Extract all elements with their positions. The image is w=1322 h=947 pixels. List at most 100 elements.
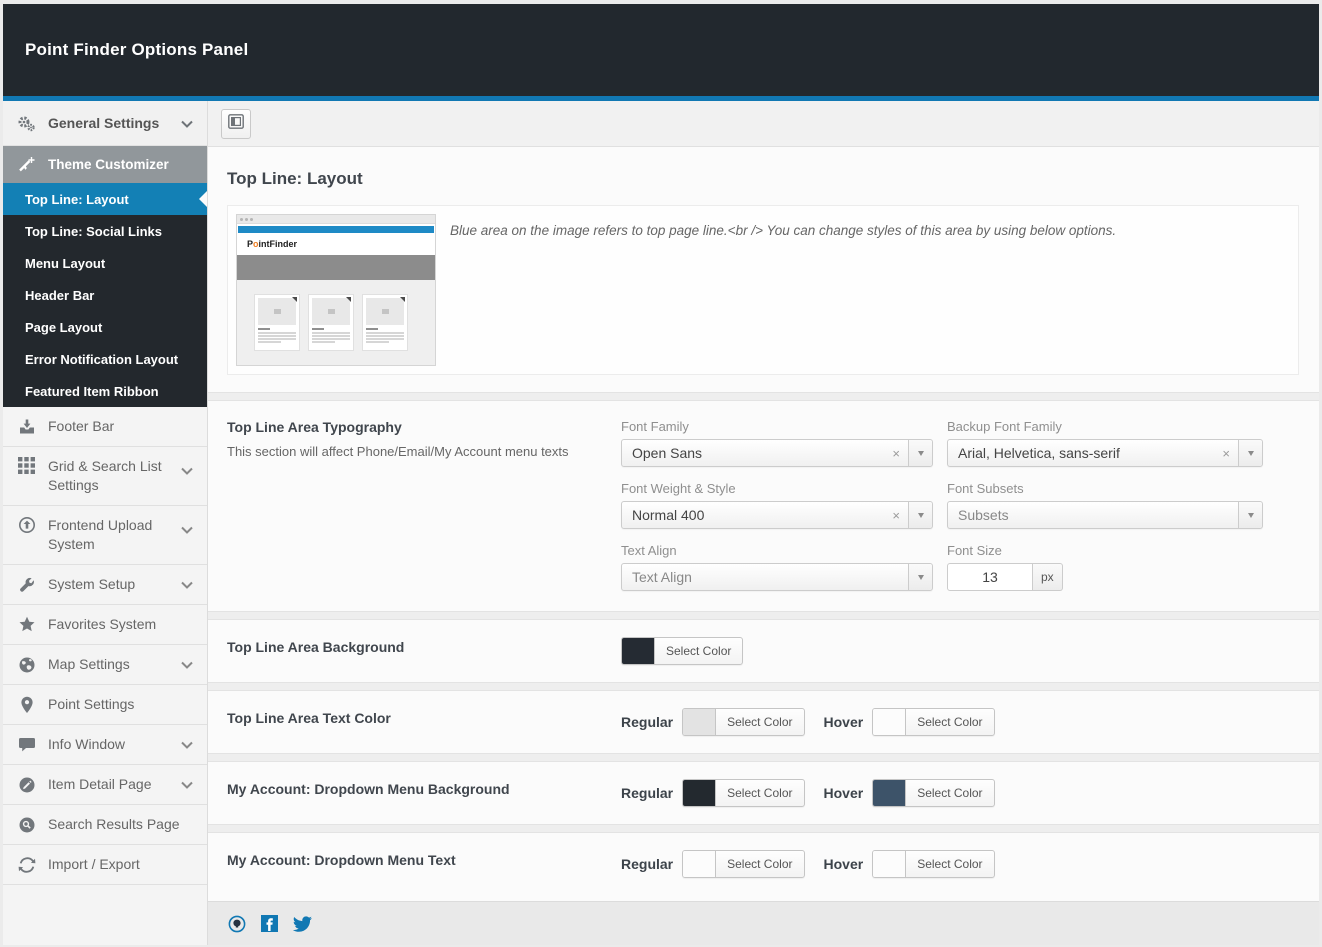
dropdown-arrow-icon[interactable] <box>1238 502 1262 528</box>
color-swatch[interactable] <box>873 780 907 806</box>
section-divider <box>208 753 1319 762</box>
dropdown-arrow-icon[interactable] <box>908 564 932 590</box>
sidebar-item-frontend-upload-system[interactable]: Frontend Upload System <box>3 506 207 565</box>
setting-title: Top Line Area Text Color <box>227 709 391 726</box>
backup-font-family-select[interactable]: Arial, Helvetica, sans-serif × <box>947 439 1263 467</box>
field-font-size: Font Size px <box>947 543 1263 591</box>
field-label: Font Family <box>621 419 689 434</box>
sync-icon <box>17 856 36 874</box>
color-swatch[interactable] <box>873 709 907 735</box>
sidebar-item-theme-customizer[interactable]: Theme Customizer <box>3 146 207 183</box>
field-text-align: Text Align Text Align <box>621 543 933 591</box>
font-size-input[interactable] <box>947 563 1033 591</box>
options-panel-page: Point Finder Options Panel General Setti… <box>3 4 1319 945</box>
sidebar-subitem-label: Top Line: Social Links <box>25 223 162 239</box>
upload-circle-icon <box>17 516 36 534</box>
sidebar-item-grid-search-list-settings[interactable]: Grid & Search List Settings <box>3 447 207 506</box>
select-color-button[interactable]: Select Color <box>621 637 744 665</box>
color-swatch[interactable] <box>873 851 907 877</box>
panel-toggle-button[interactable] <box>221 108 251 139</box>
picker-state-label: Hover <box>823 714 864 730</box>
dropdown-arrow-icon[interactable] <box>908 440 932 466</box>
field-font-family: Font Family Open Sans × <box>621 419 933 467</box>
picker-state-label: Regular <box>621 714 674 730</box>
sidebar-item-label: Favorites System <box>48 616 157 632</box>
panel-footer <box>208 901 1319 945</box>
sidebar-subitem-header-bar[interactable]: Header Bar <box>3 279 207 311</box>
sidebar-item-general-settings[interactable]: General Settings <box>3 101 207 146</box>
select-color-button[interactable]: Select Color <box>682 850 805 878</box>
sidebar-item-item-detail-page[interactable]: Item Detail Page <box>3 765 207 805</box>
grid-icon <box>17 457 36 474</box>
setting-title: Top Line Area Background <box>227 638 405 655</box>
sidebar-item-info-window[interactable]: Info Window <box>3 725 207 765</box>
select-value: Normal 400 <box>632 507 705 523</box>
setting-title: My Account: Dropdown Menu Text <box>227 851 456 868</box>
color-swatch[interactable] <box>683 851 717 877</box>
color-swatch[interactable] <box>683 780 717 806</box>
section-preview: Po intFinder Blue area on the image refe… <box>227 205 1299 375</box>
thumbnail-card <box>308 294 354 351</box>
field-label: Text Align <box>621 543 677 558</box>
sidebar-item-label: Map Settings <box>48 656 130 672</box>
select-color-button[interactable]: Select Color <box>682 779 805 807</box>
setting-title: Top Line Area Typography <box>227 419 402 435</box>
sidebar-subitem-label: Featured Item Ribbon <box>25 383 159 399</box>
select-value: Text Align <box>632 569 692 585</box>
twitter-icon[interactable] <box>293 915 312 932</box>
sidebar-subitem-featured-item-ribbon[interactable]: Featured Item Ribbon <box>3 375 207 407</box>
field-backup-font-family: Backup Font Family Arial, Helvetica, san… <box>947 419 1263 467</box>
star-icon <box>17 616 36 633</box>
content-toolbar <box>208 101 1319 147</box>
download-tray-icon <box>17 418 36 435</box>
font-size-unit: px <box>1033 563 1063 591</box>
edit-circle-icon <box>17 776 36 794</box>
page-header-title: Point Finder Options Panel <box>25 40 249 59</box>
select-color-button[interactable]: Select Color <box>682 708 805 736</box>
font-weight-select[interactable]: Normal 400 × <box>621 501 933 529</box>
font-family-select[interactable]: Open Sans × <box>621 439 933 467</box>
section-myaccount-menu-text: My Account: Dropdown Menu Text Regular S… <box>208 833 1319 895</box>
clear-x-icon[interactable]: × <box>1214 446 1238 461</box>
text-align-select[interactable]: Text Align <box>621 563 933 591</box>
sidebar-item-footer-bar[interactable]: Footer Bar <box>3 407 207 447</box>
select-color-button[interactable]: Select Color <box>872 708 995 736</box>
sidebar-item-map-settings[interactable]: Map Settings <box>3 645 207 685</box>
dropdown-arrow-icon[interactable] <box>908 502 932 528</box>
sidebar-subitem-error-notification-layout[interactable]: Error Notification Layout <box>3 343 207 375</box>
thumbnail-content <box>237 280 435 365</box>
sidebar-subitem-page-layout[interactable]: Page Layout <box>3 311 207 343</box>
sidebar-subitem-top-line-social-links[interactable]: Top Line: Social Links <box>3 215 207 247</box>
panel-toggle-icon <box>228 113 244 134</box>
clear-x-icon[interactable]: × <box>884 446 908 461</box>
select-value: Arial, Helvetica, sans-serif <box>958 445 1120 461</box>
facebook-icon[interactable] <box>261 915 278 932</box>
sidebar-item-import-export[interactable]: Import / Export <box>3 845 207 885</box>
section-topline-background: Top Line Area Background Select Color <box>208 620 1319 682</box>
sidebar-item-favorites-system[interactable]: Favorites System <box>3 605 207 645</box>
dropdown-arrow-icon[interactable] <box>1238 440 1262 466</box>
section-divider <box>208 682 1319 691</box>
image-placeholder-icon <box>366 298 404 325</box>
color-swatch[interactable] <box>683 709 717 735</box>
search-circle-icon <box>17 816 36 834</box>
font-subsets-select[interactable]: Subsets <box>947 501 1263 529</box>
sidebar-item-point-settings[interactable]: Point Settings <box>3 685 207 725</box>
section-divider <box>208 611 1319 620</box>
thumbnail-logo: Po intFinder <box>247 239 298 249</box>
sidebar-item-system-setup[interactable]: System Setup <box>3 565 207 605</box>
sidebar-item-label: Point Settings <box>48 696 135 712</box>
sidebar-item-search-results-page[interactable]: Search Results Page <box>3 805 207 845</box>
sidebar-subitem-label: Page Layout <box>25 319 103 335</box>
settings-panel: Top Line: Layout Po intFinder Blue area … <box>208 147 1319 945</box>
picker-state-label: Regular <box>621 856 674 872</box>
color-swatch[interactable] <box>622 638 655 664</box>
social-circle-icon[interactable] <box>228 915 246 933</box>
sidebar-subitem-menu-layout[interactable]: Menu Layout <box>3 247 207 279</box>
select-color-button[interactable]: Select Color <box>872 779 995 807</box>
sidebar-subitem-top-line-layout[interactable]: Top Line: Layout <box>3 183 207 215</box>
select-color-button[interactable]: Select Color <box>872 850 995 878</box>
section-typography: Top Line Area Typography This section wi… <box>208 401 1319 611</box>
clear-x-icon[interactable]: × <box>884 508 908 523</box>
sidebar-item-label: General Settings <box>48 115 160 131</box>
